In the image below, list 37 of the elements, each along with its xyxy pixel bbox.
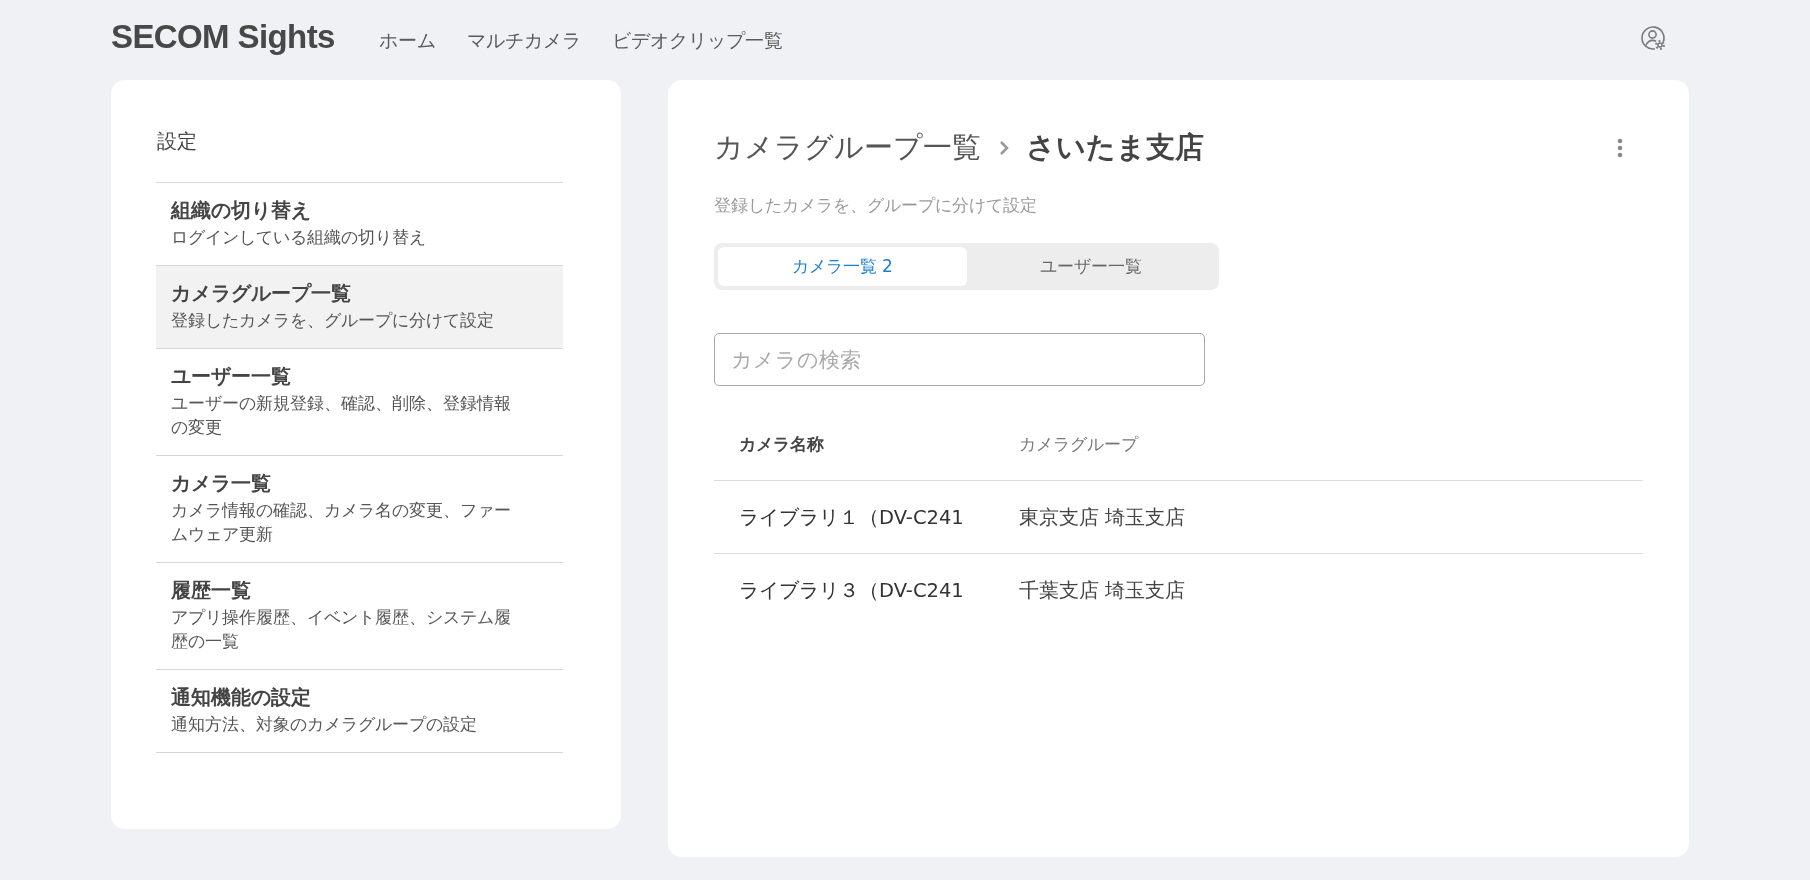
settings-menu-item[interactable]: 履歴一覧 アプリ操作履歴、イベント履歴、システム履歴の一覧 xyxy=(156,563,563,670)
logo[interactable]: SECOM Sights xyxy=(111,17,335,57)
menu-item-title: 履歴一覧 xyxy=(171,578,252,604)
table-cell-text: 東京支店 埼玉支店 xyxy=(1019,504,1186,531)
menu-item-description: アプリ操作履歴、イベント履歴、システム履歴の一覧 xyxy=(171,607,512,653)
user-settings-icon[interactable] xyxy=(1639,24,1667,52)
settings-menu-item[interactable]: カメラグループ一覧 登録したカメラを、グループに分けて設定 xyxy=(156,266,563,349)
table-cell-text: ライブラリ３（DV-C241 xyxy=(739,577,964,604)
menu-item-title: カメラ一覧 xyxy=(171,471,272,497)
tab[interactable]: ユーザー一覧 xyxy=(966,247,1215,286)
menu-item-title: 組織の切り替え xyxy=(171,198,312,224)
menu-item-description: 登録したカメラを、グループに分けて設定 xyxy=(171,310,495,332)
page-description: 登録したカメラを、グループに分けて設定 xyxy=(714,195,1038,217)
nav-link[interactable]: ホーム xyxy=(378,26,436,54)
menu-item-description: カメラ情報の確認、カメラ名の変更、ファームウェア更新 xyxy=(171,500,512,546)
breadcrumb-current: さいたま支店 xyxy=(1026,130,1204,166)
nav-link[interactable]: ビデオクリップ一覧 xyxy=(611,26,783,54)
breadcrumb-link[interactable]: カメラグループ一覧 xyxy=(714,128,981,168)
settings-title: 設定 xyxy=(157,128,198,155)
menu-item-title: カメラグループ一覧 xyxy=(171,281,352,307)
menu-item-description: ログインしている組織の切り替え xyxy=(171,227,427,249)
search-field[interactable]: カメラの検索 xyxy=(714,333,1205,386)
tab[interactable]: カメラ一覧 2 xyxy=(718,247,967,286)
more-options-icon[interactable] xyxy=(1617,138,1623,158)
chevron-right-icon xyxy=(999,140,1009,156)
column-header: カメラ名称 xyxy=(739,434,824,456)
table-cell-text: ライブラリ１（DV-C241 xyxy=(739,504,964,531)
column-header: カメラグループ xyxy=(1019,434,1138,456)
settings-menu-item[interactable]: ユーザー一覧 ユーザーの新規登録、確認、削除、登録情報の変更 xyxy=(156,349,563,456)
menu-item-title: ユーザー一覧 xyxy=(171,364,292,390)
menu-item-title: 通知機能の設定 xyxy=(171,685,312,711)
nav-link[interactable]: マルチカメラ xyxy=(466,26,581,54)
table-cell-text: 千葉支店 埼玉支店 xyxy=(1019,577,1186,604)
settings-menu-item[interactable]: カメラ一覧 カメラ情報の確認、カメラ名の変更、ファームウェア更新 xyxy=(156,456,563,563)
menu-item-description: ユーザーの新規登録、確認、削除、登録情報の変更 xyxy=(171,393,512,439)
settings-menu-item[interactable]: 通知機能の設定 通知方法、対象のカメラグループの設定 xyxy=(156,670,563,753)
menu-item-description: 通知方法、対象のカメラグループの設定 xyxy=(171,714,478,736)
